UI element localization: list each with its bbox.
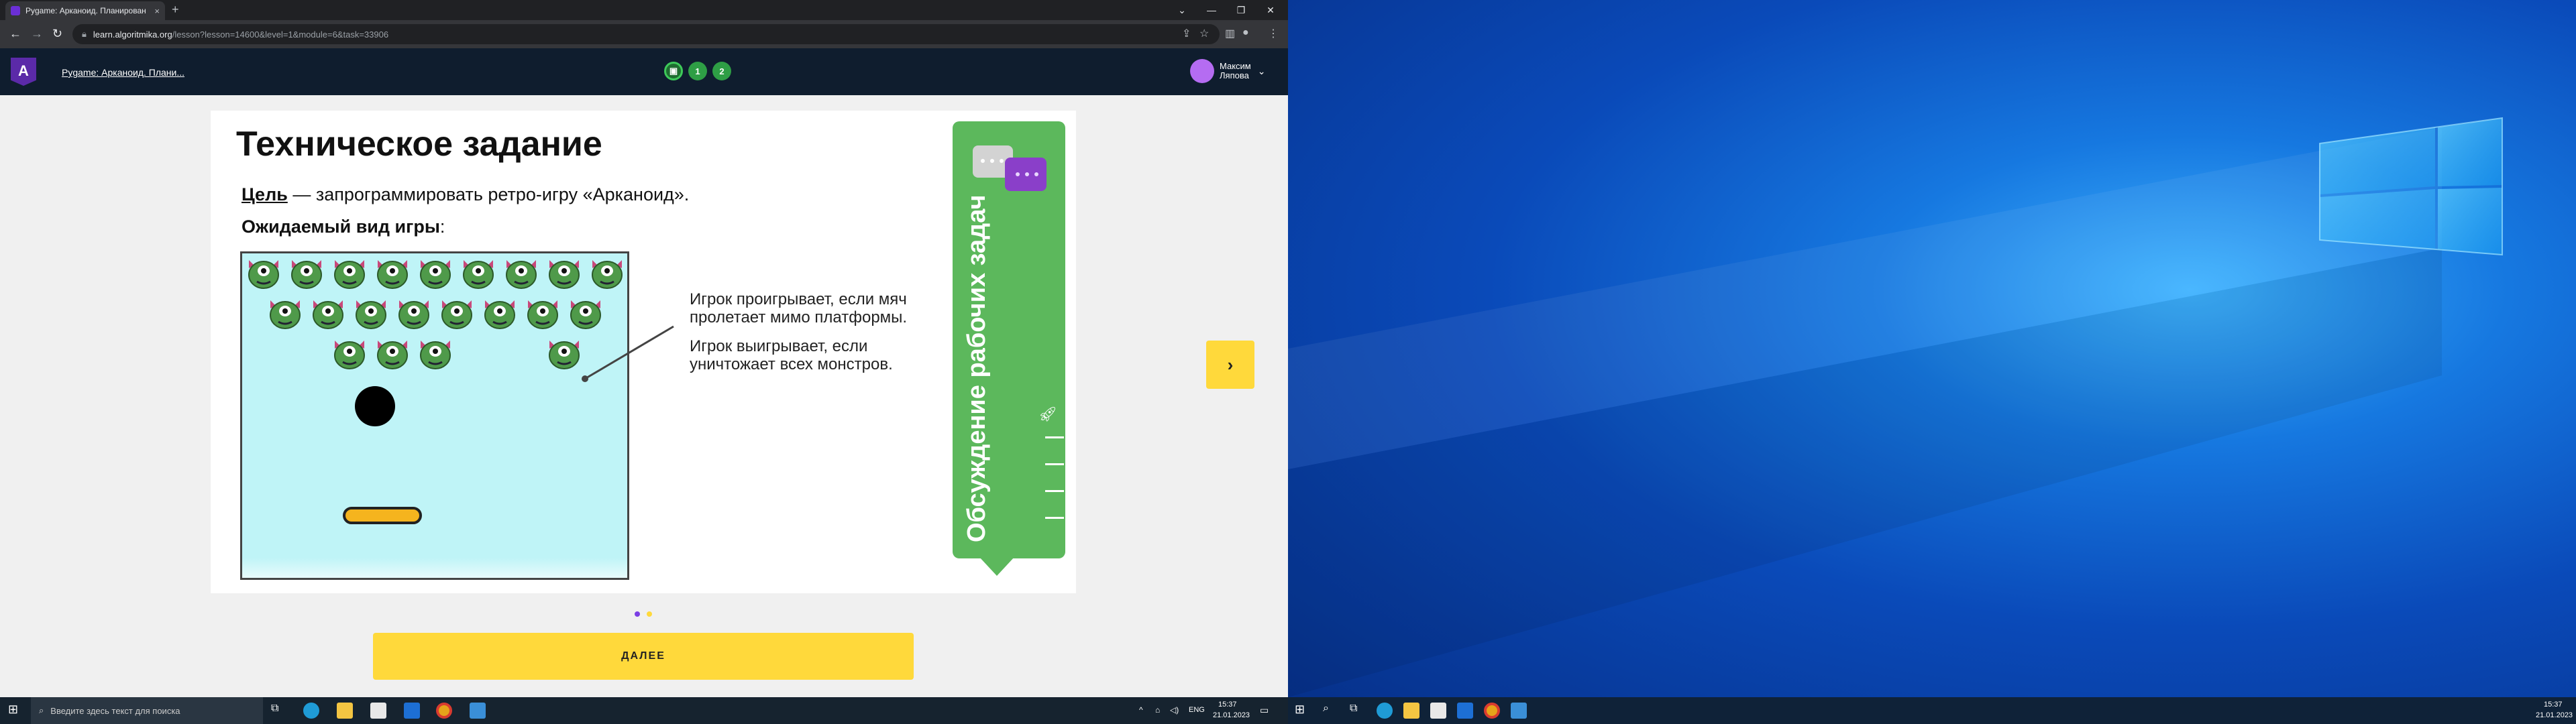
search-icon: ⌕ [39, 705, 44, 715]
back-icon[interactable]: ← [9, 27, 21, 41]
tab-close-icon[interactable]: × [154, 6, 160, 16]
slide-dot-active[interactable] [635, 611, 640, 617]
forward-icon[interactable]: → [31, 27, 43, 41]
site-favicon-icon [11, 6, 20, 15]
profile-icon[interactable]: ● [1242, 27, 1249, 39]
search-icon[interactable]: ⌕ [1323, 703, 1339, 719]
discussion-panel: 🚀︎ Обсуждение рабочих задач [953, 121, 1065, 576]
right-monitor-desktop: ⊞ ⌕ ⧉ 15:37 21.01.2023 [1288, 0, 2576, 724]
user-last-name: Ляпова [1220, 70, 1249, 80]
edge-icon[interactable] [1377, 703, 1393, 719]
search-placeholder: Введите здесь текст для поиска [50, 705, 180, 716]
new-tab-button[interactable]: + [172, 3, 179, 17]
url-path: /lesson?lesson=14600&level=1&module=6&ta… [172, 29, 389, 40]
tab-title: Pygame: Арканоид. Планирован [25, 6, 146, 15]
url-host: learn.algoritmika.org [93, 29, 172, 40]
avatar [1190, 59, 1214, 83]
side-panel-icon[interactable]: ▥ [1225, 27, 1235, 40]
taskbar-search-box[interactable]: ⌕ Введите здесь текст для поиска [31, 697, 263, 724]
bookmark-star-icon[interactable]: ☆ [1199, 27, 1209, 40]
browser-tab[interactable]: Pygame: Арканоид. Планирован × [5, 1, 165, 20]
mail-icon[interactable] [404, 703, 420, 719]
lesson-breadcrumb[interactable]: Pygame: Арканоид. Плани... [62, 67, 184, 78]
step-2[interactable]: 2 [712, 62, 731, 80]
step-1[interactable]: 1 [688, 62, 707, 80]
restore-icon[interactable]: ❐ [1226, 0, 1256, 20]
ruler-mark [1045, 517, 1064, 519]
slide-dot[interactable] [647, 611, 652, 617]
chrome-icon[interactable] [436, 703, 452, 719]
notification-icon[interactable]: ▭ [1260, 705, 1269, 716]
store-icon[interactable] [1430, 703, 1446, 719]
explorer-icon[interactable] [337, 703, 353, 719]
user-menu[interactable]: Максим Ляпова ⌄ [1190, 59, 1265, 83]
mail-icon[interactable] [1457, 703, 1473, 719]
minimize-icon[interactable]: — [1197, 0, 1226, 20]
task-view-icon[interactable]: ⧉ [1350, 703, 1366, 719]
tray-time[interactable]: 15:37 [2544, 701, 2563, 709]
ruler-mark [1045, 436, 1064, 438]
note-lose: Игрок проигрывает, если мяч пролетает ми… [690, 290, 908, 326]
ruler-mark [1045, 463, 1064, 465]
tray-network-icon[interactable]: ⌂ [1155, 705, 1160, 715]
tray-time[interactable]: 15:37 [1218, 701, 1237, 709]
callout-pointer [582, 325, 674, 382]
windows-start-icon[interactable]: ⊞ [1295, 703, 1311, 719]
lesson-slide: Техническое задание Цель — запрограммиро… [211, 111, 1076, 593]
lock-icon: 🔒︎ [82, 29, 87, 39]
close-window-icon[interactable]: ✕ [1256, 0, 1285, 20]
ruler-mark [1045, 490, 1064, 492]
browser-menu-icon[interactable]: ⋮ [1268, 27, 1279, 40]
share-icon[interactable]: ⇪ [1182, 27, 1191, 40]
app-icon[interactable] [1511, 703, 1527, 719]
reload-icon[interactable]: ↻ [52, 27, 62, 41]
edge-icon[interactable] [303, 703, 319, 719]
store-icon[interactable] [370, 703, 386, 719]
task-progress: ▣ 1 2 [664, 62, 731, 80]
windows-logo-wallpaper [1288, 117, 2503, 697]
note-win: Игрок выигрывает, если уничтожает всех м… [690, 337, 893, 373]
chrome-icon[interactable] [1484, 703, 1500, 719]
chevron-down-icon: ⌄ [1257, 66, 1266, 76]
next-slide-arrow[interactable]: › [1206, 341, 1254, 389]
browser-toolbar: ← → ↻ 🔒︎ learn.algoritmika.org /lesson?l… [0, 20, 1288, 48]
browser-tab-strip: Pygame: Арканоид. Планирован × + ⌄ — ❐ ✕ [0, 0, 1288, 20]
tray-date[interactable]: 21.01.2023 [2536, 711, 2573, 719]
step-current-icon[interactable]: ▣ [664, 62, 683, 80]
tray-chevron-icon[interactable]: ^ [1139, 705, 1143, 715]
tray-volume-icon[interactable]: ◁) [1170, 705, 1179, 715]
tray-date[interactable]: 21.01.2023 [1213, 711, 1250, 719]
user-first-name: Максим [1220, 61, 1251, 71]
taskbar-right: ⊞ ⌕ ⧉ 15:37 21.01.2023 [1288, 697, 2576, 724]
tray-language[interactable]: ENG [1189, 706, 1205, 714]
explorer-icon[interactable] [1403, 703, 1419, 719]
panel-tail [979, 557, 1014, 576]
app-icon[interactable] [470, 703, 486, 719]
windows-start-icon[interactable]: ⊞ [8, 703, 24, 719]
chat-bubble-purple-icon [1005, 158, 1046, 191]
discussion-panel-title: Обсуждение рабочих задач [963, 194, 991, 542]
rocket-icon: 🚀︎ [1038, 406, 1057, 422]
site-header: A Pygame: Арканоид. Плани... ▣ 1 2 Макси… [0, 48, 1288, 95]
next-button[interactable]: ДАЛЕЕ [373, 633, 914, 680]
left-monitor: Pygame: Арканоид. Планирован × + ⌄ — ❐ ✕… [0, 0, 1288, 724]
algoritmika-logo[interactable]: A [11, 58, 36, 86]
tab-search-icon[interactable]: ⌄ [1167, 0, 1197, 20]
slide-pagination [635, 611, 652, 617]
task-view-icon[interactable]: ⧉ [271, 703, 287, 719]
address-bar[interactable]: 🔒︎ learn.algoritmika.org /lesson?lesson=… [72, 24, 1220, 44]
taskbar-left: ⊞ ⌕ Введите здесь текст для поиска ⧉ ^ ⌂… [0, 697, 1288, 724]
